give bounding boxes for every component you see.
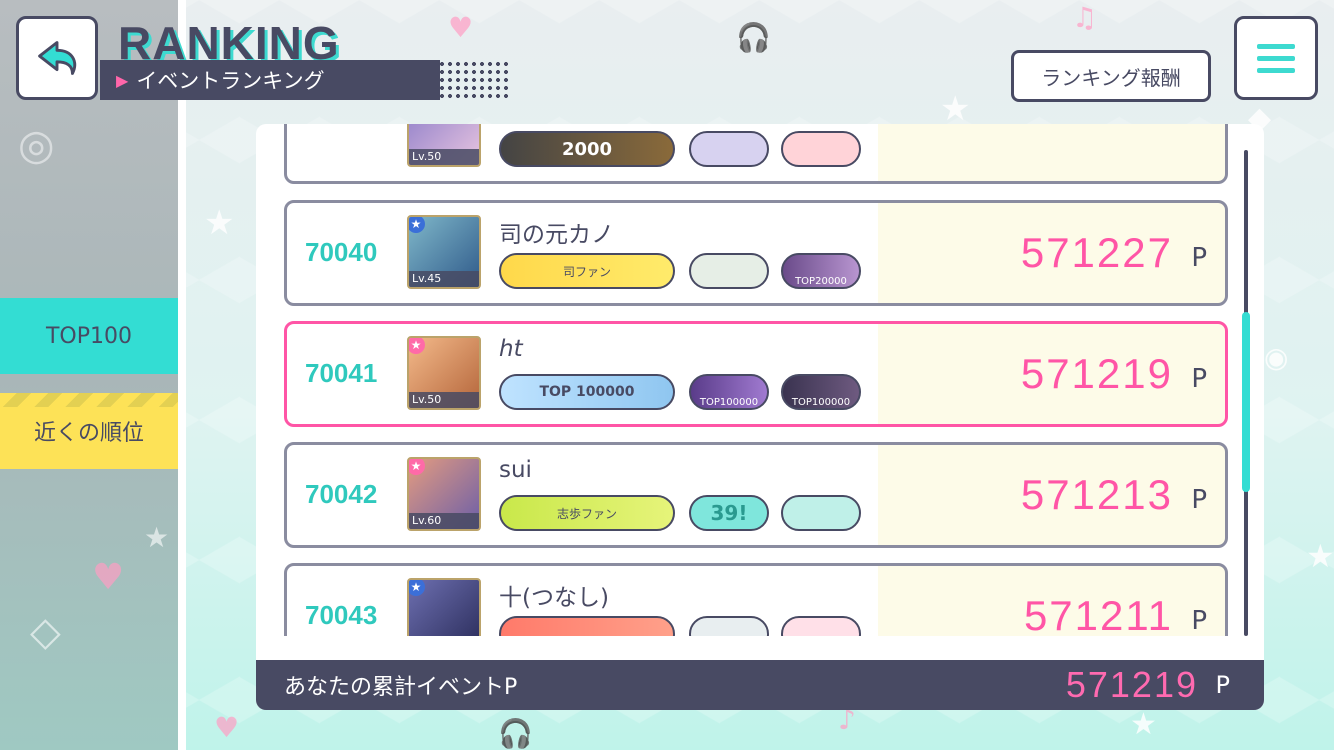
heart-icon: ♥ [214, 711, 240, 744]
music-note-icon: ♪ [838, 703, 856, 736]
play-triangle-icon: ▶ [116, 70, 129, 90]
points-unit: P [1191, 364, 1207, 394]
my-total-points-unit: P [1215, 671, 1230, 699]
headphones-icon: ◎ [18, 120, 55, 169]
ranking-row[interactable]: 70043 ★ 十(つなし) 571211 P [284, 563, 1228, 636]
star-laurel-icon: ★ [940, 89, 971, 129]
title-badge: TOP100000 [781, 374, 861, 410]
my-total-points-label: あなたの累計イベントP [284, 675, 518, 700]
attribute-star-icon: ★ [409, 338, 425, 354]
attribute-star-icon: ★ [409, 459, 425, 475]
rank-number: 70041 [305, 358, 378, 388]
panel-divider [178, 0, 186, 750]
halftone-decoration [430, 60, 510, 100]
ranking-panel[interactable]: Lv.50 2000 70040 ★ Lv.45 司の元カノ 司ファン TOP2… [256, 124, 1264, 710]
title-badge: 2000 [499, 131, 675, 167]
event-points: 571219 [1020, 350, 1173, 397]
ranking-row[interactable]: 70040 ★ Lv.45 司の元カノ 司ファン TOP20000 571227… [284, 200, 1228, 306]
event-points: 571211 [1023, 592, 1173, 636]
tab-top100[interactable]: TOP100 [0, 298, 178, 374]
ranking-reward-button[interactable]: ランキング報酬 [1011, 50, 1211, 102]
star-icon: ★ [1130, 707, 1157, 742]
event-points: 571213 [1020, 471, 1173, 518]
tab-top100-label: TOP100 [45, 323, 132, 349]
headphones-icon: 🎧 [736, 21, 771, 54]
ranking-list[interactable]: Lv.50 2000 70040 ★ Lv.45 司の元カノ 司ファン TOP2… [256, 124, 1264, 636]
title-badge: 司ファン [499, 253, 675, 289]
title-badge [499, 616, 675, 636]
ranking-row[interactable]: Lv.50 2000 [284, 124, 1228, 184]
rank-number: 70040 [305, 237, 378, 267]
my-total-points-value: 571219 [1065, 664, 1198, 705]
badge-text: 志歩ファン [556, 506, 617, 521]
rank-number: 70043 [305, 600, 378, 630]
character-card[interactable]: Lv.50 [407, 124, 481, 167]
title-badge [689, 253, 769, 289]
rank-number: 70042 [305, 479, 378, 509]
card-level: Lv.50 [409, 149, 479, 165]
attribute-star-icon: ★ [409, 580, 425, 596]
card-level: Lv.50 [409, 392, 479, 408]
badge-text: TOP20000 [795, 276, 847, 287]
player-name: sui [499, 457, 532, 483]
star-laurel-icon: ★ [1306, 537, 1334, 575]
title-badge: TOP20000 [781, 253, 861, 289]
left-panel: ◎ ★ ♥ ◇ [0, 0, 186, 750]
badge-text: TOP 100000 [539, 384, 635, 400]
page-subtitle-bar: ▶ イベントランキング [100, 60, 440, 100]
scrollbar-thumb[interactable] [1242, 312, 1250, 492]
player-name: ht [499, 336, 523, 362]
title-badge [689, 131, 769, 167]
character-card[interactable]: ★ [407, 578, 481, 636]
title-badge [781, 495, 861, 531]
menu-button[interactable] [1234, 16, 1318, 100]
badge-text: TOP100000 [791, 397, 851, 408]
heart-icon: ♥ [448, 11, 474, 44]
heart-icon: ♥ [92, 557, 125, 598]
headphones-icon: 🎧 [498, 717, 533, 750]
title-badge: 39! [689, 495, 769, 531]
title-badge [781, 616, 861, 636]
points-unit: P [1191, 606, 1207, 636]
badge-text: 39! [710, 501, 748, 525]
player-name: 司の元カノ [499, 222, 614, 248]
title-badge: TOP 100000 [499, 374, 675, 410]
card-level: Lv.45 [409, 271, 479, 287]
back-button[interactable] [16, 16, 98, 100]
character-card[interactable]: ★ Lv.45 [407, 215, 481, 289]
tab-nearby-rank[interactable]: 近くの順位 [0, 393, 178, 469]
star-icon: ★ [144, 521, 170, 554]
character-card[interactable]: ★ Lv.50 [407, 336, 481, 410]
my-total-points-bar: あなたの累計イベントP 571219 P [256, 660, 1264, 710]
menu-icon-bar [1257, 67, 1295, 73]
title-badge: TOP100000 [689, 374, 769, 410]
title-badge: 志歩ファン [499, 495, 675, 531]
title-badge [781, 131, 861, 167]
star-laurel-icon: ★ [204, 203, 235, 243]
menu-icon-bar [1257, 55, 1295, 61]
diamond-icon: ◇ [30, 609, 61, 655]
character-card[interactable]: ★ Lv.60 [407, 457, 481, 531]
back-arrow-icon [38, 41, 77, 75]
disc-icon: ◉ [1264, 341, 1289, 374]
tab-nearby-rank-label: 近くの順位 [33, 421, 144, 446]
badge-text: TOP100000 [699, 397, 759, 408]
badge-text: 司ファン [562, 264, 611, 279]
ranking-row[interactable]: 70042 ★ Lv.60 sui 志歩ファン 39! 571213 P [284, 442, 1228, 548]
ranking-reward-label: ランキング報酬 [1041, 65, 1181, 90]
attribute-star-icon: ★ [409, 217, 425, 233]
card-level: Lv.60 [409, 513, 479, 529]
page-subtitle: イベントランキング [136, 69, 325, 93]
music-note-icon: ♫ [1072, 1, 1098, 34]
menu-icon-bar [1257, 43, 1295, 49]
title-badge [689, 616, 769, 636]
ranking-row-self[interactable]: 70041 ★ Lv.50 ht TOP 100000 TOP100000 TO… [284, 321, 1228, 427]
points-unit: P [1191, 243, 1207, 273]
points-unit: P [1191, 485, 1207, 515]
player-name: 十(つなし) [499, 585, 609, 611]
event-points: 571227 [1020, 229, 1173, 276]
badge-text: 2000 [561, 138, 613, 160]
